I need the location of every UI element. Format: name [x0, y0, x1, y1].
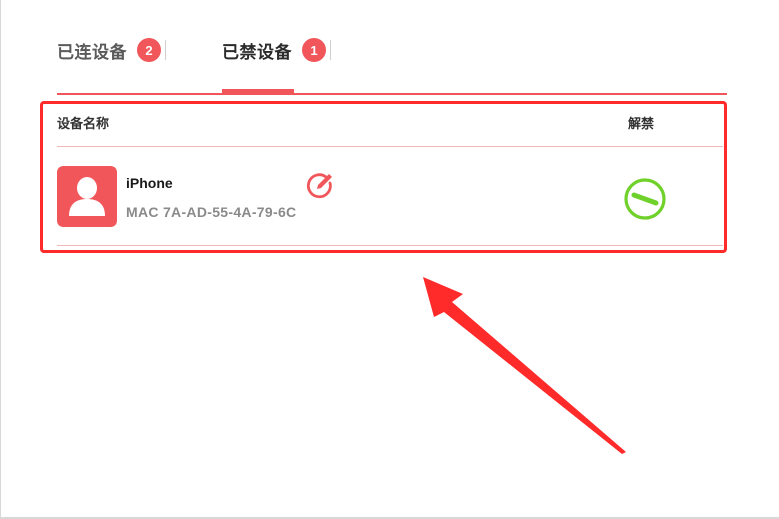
- tab-connected-label: 已连设备: [57, 42, 127, 63]
- badge-divider: [165, 40, 166, 60]
- frame-border-left: [0, 0, 1, 519]
- highlight-annotation-box: [40, 101, 727, 253]
- badge-divider: [330, 40, 331, 60]
- tab-blocked-label: 已禁设备: [222, 42, 292, 63]
- connected-count-badge: 2: [137, 38, 161, 62]
- tab-blocked-devices[interactable]: 已禁设备 1: [222, 34, 331, 66]
- tab-connected-devices[interactable]: 已连设备 2: [57, 34, 166, 66]
- red-arrow-icon: [410, 268, 640, 458]
- blocked-count-badge: 1: [302, 38, 326, 62]
- tabs-divider: [57, 93, 727, 95]
- blocked-devices-page: 已连设备 2 已禁设备 1 设备名称 解禁 iPhone MAC 7A-AD-5…: [0, 0, 779, 519]
